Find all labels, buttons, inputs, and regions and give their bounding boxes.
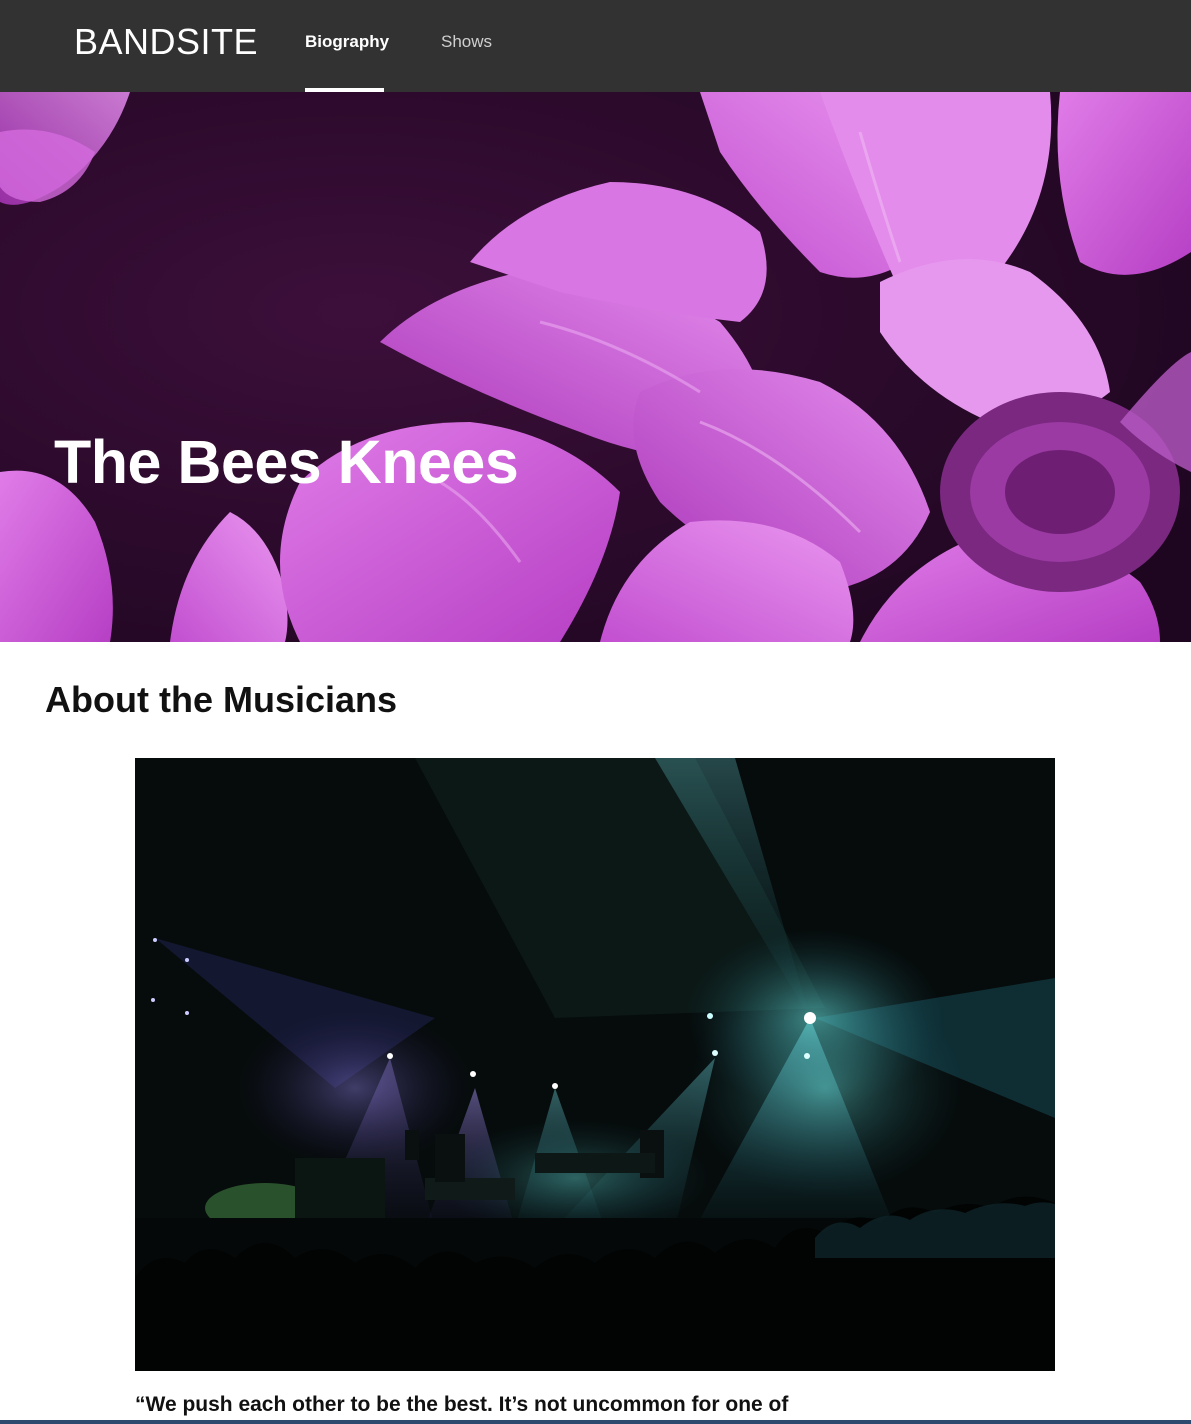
hero-banner: The Bees Knees xyxy=(0,92,1191,642)
flower-photo xyxy=(0,92,1191,642)
about-heading: About the Musicians xyxy=(45,679,398,720)
site-logo[interactable]: BANDSITE xyxy=(74,22,258,62)
concert-image xyxy=(135,758,1055,1371)
musician-quote: “We push each other to be the best. It’s… xyxy=(135,1393,789,1416)
hero-title: The Bees Knees xyxy=(54,428,519,496)
nav-link-shows[interactable]: Shows xyxy=(441,30,492,54)
top-nav: BANDSITE Biography Shows xyxy=(0,0,1191,92)
concert-photo xyxy=(135,758,1055,1371)
bottom-border xyxy=(0,1420,1191,1424)
nav-link-biography[interactable]: Biography xyxy=(305,30,389,54)
